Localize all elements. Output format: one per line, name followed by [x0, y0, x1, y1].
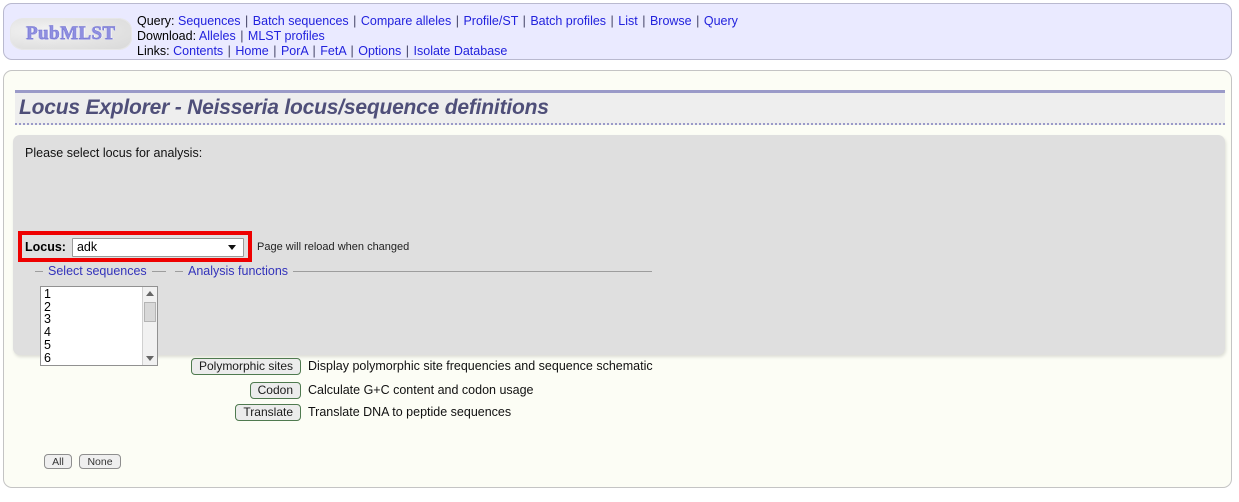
nav-row-download-label: Download:: [137, 29, 197, 43]
analysis-function-row: Translate Translate DNA to peptide seque…: [181, 403, 511, 421]
nav-link-pora[interactable]: PorA: [281, 44, 308, 58]
listbox-scrollbar[interactable]: [142, 287, 157, 365]
nav-separator: |: [610, 14, 614, 28]
nav-separator: |: [227, 44, 231, 58]
nav-link-home[interactable]: Home: [235, 44, 268, 58]
nav-link-mlst-profiles[interactable]: MLST profiles: [248, 29, 325, 43]
pubmlst-logo: PubMLST: [10, 18, 132, 50]
site-header: PubMLST Query: Sequences | Batch sequenc…: [3, 3, 1232, 60]
nav-separator: |: [642, 14, 646, 28]
nav-link-alleles[interactable]: Alleles: [199, 29, 236, 43]
nav-link-batch-profiles[interactable]: Batch profiles: [530, 14, 606, 28]
list-item[interactable]: 2: [44, 300, 146, 314]
scrollbar-thumb[interactable]: [144, 302, 156, 322]
nav-separator: |: [312, 44, 316, 58]
nav-link-contents[interactable]: Contents: [173, 44, 223, 58]
button-wrap: Polymorphic sites: [181, 357, 301, 375]
scroll-up-arrow-icon[interactable]: [143, 287, 157, 300]
list-item[interactable]: 6: [44, 351, 146, 365]
sequence-list: 1 2 3 4 5 6: [41, 287, 146, 364]
nav-link-profile-st[interactable]: Profile/ST: [463, 14, 518, 28]
list-item[interactable]: 3: [44, 313, 146, 326]
select-none-button[interactable]: None: [79, 454, 121, 469]
nav-link-batch-sequences[interactable]: Batch sequences: [253, 14, 349, 28]
nav-separator: |: [353, 14, 357, 28]
locus-selection-panel: Please select locus for analysis: Locus:…: [13, 135, 1225, 469]
locus-select-value: adk: [76, 240, 98, 254]
list-item[interactable]: 4: [44, 326, 146, 339]
translate-button[interactable]: Translate: [235, 403, 301, 421]
analysis-function-row: Polymorphic sites Display polymorphic si…: [181, 357, 653, 375]
chevron-down-icon: [227, 245, 236, 250]
nav-separator: |: [350, 44, 354, 58]
locus-label: Locus:: [25, 240, 66, 254]
nav-separator: |: [240, 29, 244, 43]
reload-note: Page will reload when changed: [257, 241, 410, 253]
polymorphic-sites-button[interactable]: Polymorphic sites: [190, 357, 301, 375]
button-wrap: Codon: [181, 381, 301, 399]
analysis-functions-legend: Analysis functions: [188, 264, 289, 278]
content-container: Locus Explorer - Neisseria locus/sequenc…: [3, 70, 1232, 488]
nav-link-options[interactable]: Options: [358, 44, 401, 58]
button-wrap: Translate: [181, 403, 301, 421]
instruction-text: Please select locus for analysis:: [25, 146, 203, 160]
nav-row-links: Links: Contents | Home | PorA | FetA | O…: [137, 44, 507, 59]
scroll-down-arrow-icon[interactable]: [143, 352, 157, 365]
select-all-button[interactable]: All: [44, 454, 72, 469]
analysis-function-row: Codon Calculate G+C content and codon us…: [181, 381, 534, 399]
list-item[interactable]: 1: [44, 288, 146, 301]
nav-separator: |: [696, 14, 700, 28]
pubmlst-logo-text: PubMLST: [26, 23, 116, 44]
polymorphic-sites-description: Display polymorphic site frequencies and…: [308, 359, 653, 373]
codon-button[interactable]: Codon: [249, 381, 301, 399]
nav-row-download: Download: Alleles | MLST profiles: [137, 29, 325, 44]
nav-link-query[interactable]: Query: [704, 14, 738, 28]
locus-select[interactable]: adk: [71, 237, 244, 257]
translate-description: Translate DNA to peptide sequences: [308, 405, 512, 419]
list-item[interactable]: 5: [44, 339, 146, 352]
analysis-functions-fieldset: Analysis functions: [175, 264, 652, 345]
sequence-listbox[interactable]: 1 2 3 4 5 6: [40, 286, 158, 366]
nav-separator: |: [273, 44, 277, 58]
nav-link-feta[interactable]: FetA: [320, 44, 346, 58]
nav-link-compare-alleles[interactable]: Compare alleles: [361, 14, 451, 28]
nav-link-isolate-database[interactable]: Isolate Database: [414, 44, 508, 58]
nav-separator: |: [405, 44, 410, 58]
locus-selector-row: Locus: adk: [25, 237, 244, 257]
nav-row-links-label: Links:: [137, 44, 170, 58]
nav-row-query-label: Query:: [137, 14, 175, 28]
nav-separator: |: [245, 14, 249, 28]
select-sequences-legend: Select sequences: [48, 264, 147, 278]
nav-link-list[interactable]: List: [618, 14, 637, 28]
nav-link-sequences[interactable]: Sequences: [178, 14, 241, 28]
page-title-bar: Locus Explorer - Neisseria locus/sequenc…: [15, 90, 1225, 125]
nav-separator: |: [522, 14, 526, 28]
nav-row-query: Query: Sequences | Batch sequences | Com…: [137, 14, 738, 29]
nav-separator: |: [455, 14, 459, 28]
nav-link-browse[interactable]: Browse: [650, 14, 692, 28]
codon-description: Calculate G+C content and codon usage: [308, 383, 534, 397]
page-title: Locus Explorer - Neisseria locus/sequenc…: [19, 96, 549, 119]
